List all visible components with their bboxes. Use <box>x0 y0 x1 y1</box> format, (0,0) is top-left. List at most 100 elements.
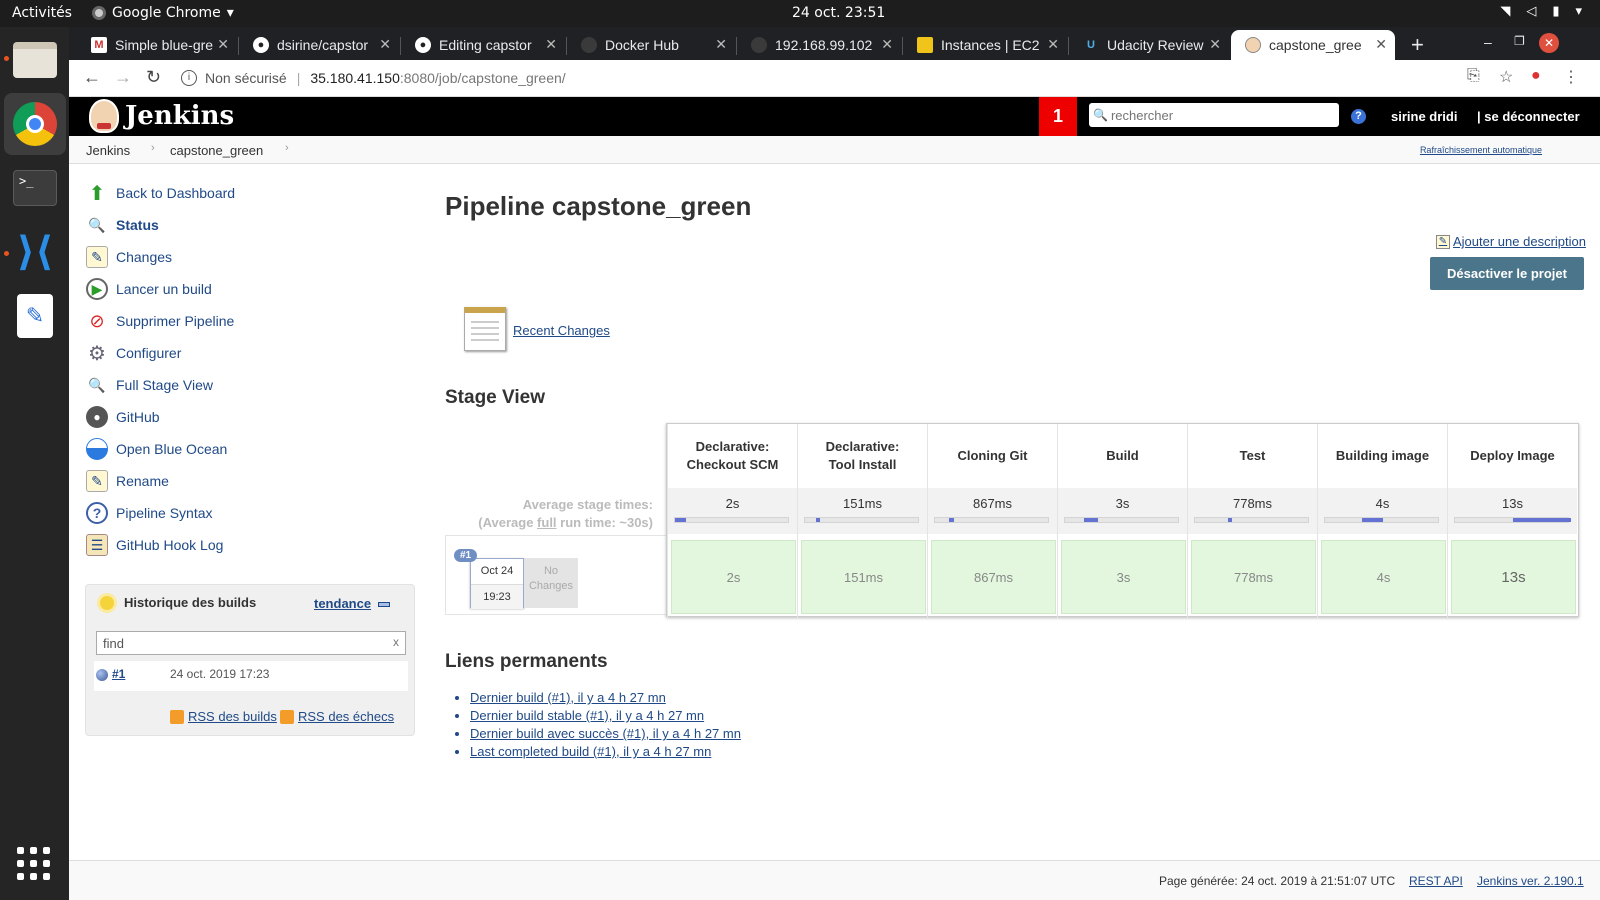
stage-cell-success[interactable]: 3s <box>1061 540 1186 614</box>
close-icon[interactable]: ✕ <box>1375 36 1387 53</box>
extension-icon[interactable]: ● <box>1531 67 1541 85</box>
close-icon[interactable]: ✕ <box>1047 36 1059 53</box>
search-box[interactable]: 🔍 <box>1089 103 1339 127</box>
chrome-launcher[interactable] <box>4 93 66 155</box>
activities-button[interactable]: Activités <box>12 5 72 21</box>
sidebar-item-pipeline-syntax[interactable]: ? Pipeline Syntax <box>86 501 213 525</box>
auto-refresh-link[interactable]: Rafraîchissement automatique <box>1420 145 1542 155</box>
add-description-link[interactable]: ✎ Ajouter une description <box>1436 234 1586 249</box>
info-icon[interactable]: i <box>181 70 197 86</box>
stage-header: Build <box>1106 448 1139 463</box>
close-icon[interactable]: ✕ <box>881 36 893 53</box>
aws-icon <box>917 37 933 53</box>
stage-cell-success[interactable]: 13s <box>1451 540 1576 614</box>
rss-icon <box>280 709 294 724</box>
tab-udacity[interactable]: U Udacity Review ✕ <box>1069 30 1229 60</box>
stage-header: Cloning Git <box>957 448 1028 463</box>
run-date-box[interactable]: Oct 24 19:23 <box>470 558 524 609</box>
avg-full-run-label: (Average full run time: ~30s) <box>478 515 653 530</box>
rss-failed-builds-link[interactable]: RSS des échecs <box>280 709 394 724</box>
close-icon[interactable]: ✕ <box>545 36 557 53</box>
permalink-last-successful-build[interactable]: Dernier build avec succès (#1), il y a 4… <box>470 725 741 743</box>
sidebar-item-status[interactable]: 🔍 Status <box>86 213 159 237</box>
run-badge[interactable]: #1 <box>454 549 478 562</box>
translate-icon[interactable]: ⎘ <box>1467 67 1480 85</box>
tab-github-edit[interactable]: ● Editing capstor ✕ <box>401 30 565 60</box>
sidebar-item-blue-ocean[interactable]: Open Blue Ocean <box>86 437 227 461</box>
tab-local-ip[interactable]: 192.168.99.102 ✕ <box>737 30 901 60</box>
sidebar-item-full-stage-view[interactable]: 🔍 Full Stage View <box>86 373 213 397</box>
clock[interactable]: 24 oct. 23:51 <box>792 5 885 21</box>
stage-avg-bar <box>934 517 1049 523</box>
address-bar[interactable]: i Non sécurisé | 35.180.41.150 :8080/job… <box>181 64 1421 92</box>
jenkins-logo[interactable]: Jenkins <box>89 99 234 133</box>
maximize-button[interactable]: ❐ <box>1514 34 1525 48</box>
tab-github-repo[interactable]: ● dsirine/capstor ✕ <box>239 30 399 60</box>
system-tray[interactable]: ◥ ◁ ▮ ▾ <box>1500 4 1582 19</box>
disable-project-button[interactable]: Désactiver le projet <box>1430 257 1584 290</box>
stage-cell-success[interactable]: 4s <box>1321 540 1446 614</box>
close-icon[interactable]: ✕ <box>217 36 229 53</box>
build-history-title: Historique des builds <box>124 595 257 610</box>
tab-ec2[interactable]: Instances | EC2 ✕ <box>903 30 1067 60</box>
new-tab-button[interactable]: + <box>1411 32 1424 58</box>
sidebar-item-back-to-dashboard[interactable]: ⬆ Back to Dashboard <box>86 181 235 205</box>
tab-docker-hub[interactable]: Docker Hub ✕ <box>567 30 735 60</box>
sidebar-item-github-hook-log[interactable]: ☰ GitHub Hook Log <box>86 533 223 557</box>
breadcrumb-jenkins[interactable]: Jenkins <box>86 143 130 158</box>
close-icon[interactable]: ✕ <box>1209 36 1221 53</box>
close-icon[interactable]: ✕ <box>715 36 727 53</box>
chrome-menu-icon[interactable]: ⋮ <box>1563 67 1579 87</box>
vscode-icon: ⟩⟨ <box>16 229 54 275</box>
stage-cell-success[interactable]: 778ms <box>1191 540 1316 614</box>
rest-api-link[interactable]: REST API <box>1409 874 1463 888</box>
sidebar-item-configure[interactable]: ⚙ Configurer <box>86 341 181 365</box>
minimize-button[interactable]: – <box>1484 34 1492 50</box>
recent-changes-link[interactable]: Recent Changes <box>513 323 610 338</box>
breadcrumb-arrow-icon[interactable]: › <box>151 142 155 154</box>
files-launcher[interactable] <box>10 35 60 85</box>
stage-cell-success[interactable]: 867ms <box>931 540 1056 614</box>
permalink-last-completed-build[interactable]: Last completed build (#1), il y a 4 h 27… <box>470 743 741 761</box>
jenkins-version-link[interactable]: Jenkins ver. 2.190.1 <box>1477 874 1584 888</box>
window-close-button[interactable]: ✕ <box>1539 33 1559 53</box>
trend-icon[interactable] <box>378 602 390 607</box>
stage-cell-success[interactable]: 2s <box>671 540 796 614</box>
text-editor-launcher[interactable]: ✎ <box>10 291 60 341</box>
no-entry-icon: ⊘ <box>89 310 105 331</box>
rss-all-builds-link[interactable]: RSS des builds <box>170 709 277 724</box>
terminal-launcher[interactable]: >_ <box>10 163 60 213</box>
sidebar-item-build-now[interactable]: ▶ Lancer un build <box>86 277 212 301</box>
sidebar-item-rename[interactable]: ✎ Rename <box>86 469 169 493</box>
stage-cell-success[interactable]: 151ms <box>801 540 926 614</box>
back-button[interactable]: ← <box>83 67 101 88</box>
user-link[interactable]: sirine dridi <box>1391 109 1457 124</box>
notification-badge[interactable]: 1 <box>1039 97 1077 136</box>
build-filter-input[interactable]: find x <box>96 631 406 655</box>
search-input[interactable] <box>1110 107 1331 123</box>
tab-gmail[interactable]: M Simple blue-gre ✕ <box>77 30 237 60</box>
trend-link[interactable]: tendance <box>314 596 371 611</box>
logout-link[interactable]: | se déconnecter <box>1477 109 1580 124</box>
help-icon[interactable]: ? <box>1351 109 1366 124</box>
permalink-last-stable-build[interactable]: Dernier build stable (#1), il y a 4 h 27… <box>470 707 741 725</box>
vscode-launcher[interactable]: ⟩⟨ <box>10 227 60 277</box>
show-applications-icon[interactable] <box>17 847 51 881</box>
build-history-row[interactable]: #1 24 oct. 2019 17:23 <box>94 661 408 691</box>
sidebar-item-delete-pipeline[interactable]: ⊘ Supprimer Pipeline <box>86 309 234 333</box>
sidebar-item-changes[interactable]: ✎ Changes <box>86 245 172 269</box>
clear-filter-icon[interactable]: x <box>393 635 399 649</box>
stage-column: Declarative: Tool Install 151ms 151ms <box>797 424 927 618</box>
run-row-header[interactable]: #1 Oct 24 19:23 No Changes <box>445 535 666 615</box>
app-menu[interactable]: Google Chrome ▾ <box>92 5 234 21</box>
breadcrumb-job[interactable]: capstone_green <box>170 143 263 158</box>
reload-button[interactable]: ↻ <box>146 67 161 88</box>
close-icon[interactable]: ✕ <box>379 36 391 53</box>
bookmark-star-icon[interactable]: ☆ <box>1499 67 1513 87</box>
forward-button[interactable]: → <box>114 67 132 88</box>
sidebar-item-github[interactable]: ● GitHub <box>86 405 160 429</box>
breadcrumb-arrow-icon[interactable]: › <box>285 142 289 154</box>
build-number-link[interactable]: #1 <box>112 667 125 681</box>
tab-jenkins[interactable]: capstone_gree ✕ <box>1231 30 1395 60</box>
permalink-last-build[interactable]: Dernier build (#1), il y a 4 h 27 mn <box>470 689 741 707</box>
